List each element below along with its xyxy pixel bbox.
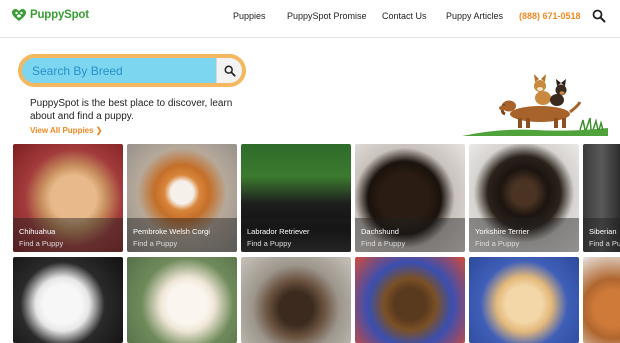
brand-name: PuppySpot xyxy=(30,9,89,21)
breed-photo xyxy=(355,257,465,343)
breed-card-row2-4[interactable] xyxy=(355,257,465,343)
breed-card-row2-6[interactable] xyxy=(583,257,620,343)
find-a-puppy-link[interactable]: Find a Puppy xyxy=(361,239,405,248)
breed-photo xyxy=(241,257,351,343)
breed-card-dachshund[interactable]: Dachshund Find a Puppy xyxy=(355,144,465,252)
find-a-puppy-link[interactable]: Find a Puppy xyxy=(475,239,519,248)
breed-photo xyxy=(469,257,579,343)
find-a-puppy-link[interactable]: Find a Puppy xyxy=(133,239,177,248)
breed-search-field xyxy=(22,58,242,83)
breed-card-row2-3[interactable] xyxy=(241,257,351,343)
breed-card-siberian[interactable]: Siberian Find a Puppy xyxy=(583,144,620,252)
breed-photo xyxy=(127,257,237,343)
breed-photo xyxy=(13,257,123,343)
nav-puppyspot-promise[interactable]: PuppySpot Promise xyxy=(287,11,367,21)
view-all-puppies-link[interactable]: View All Puppies ❯ xyxy=(30,126,103,135)
breed-card-row2-2[interactable] xyxy=(127,257,237,343)
breed-card-pembroke-welsh-corgi[interactable]: Pembroke Welsh Corgi Find a Puppy xyxy=(127,144,237,252)
page: PuppySpot Puppies PuppySpot Promise Cont… xyxy=(0,0,620,343)
breed-search xyxy=(18,54,246,87)
find-a-puppy-link[interactable]: Find a Puppy xyxy=(19,239,63,248)
breed-name: Siberian xyxy=(589,227,617,236)
nav-puppy-articles[interactable]: Puppy Articles xyxy=(446,11,503,21)
breed-search-button[interactable] xyxy=(216,58,242,83)
breed-card-row2-5[interactable] xyxy=(469,257,579,343)
find-a-puppy-link[interactable]: Find a Puppy xyxy=(589,239,620,248)
nav-contact-us[interactable]: Contact Us xyxy=(382,11,427,21)
breed-card-chihuahua[interactable]: Chihuahua Find a Puppy xyxy=(13,144,123,252)
breed-card-labrador-retriever[interactable]: Labrador Retriever Find a Puppy xyxy=(241,144,351,252)
breed-card-row2-1[interactable] xyxy=(13,257,123,343)
search-icon xyxy=(224,65,236,77)
breed-card-yorkshire-terrier[interactable]: Yorkshire Terrier Find a Puppy xyxy=(469,144,579,252)
hero-tagline: PuppySpot is the best place to discover,… xyxy=(30,98,233,122)
dogs-illustration xyxy=(462,74,608,136)
breed-name: Yorkshire Terrier xyxy=(475,227,530,236)
logo[interactable]: PuppySpot xyxy=(11,8,89,22)
breed-name: Chihuahua xyxy=(19,227,56,236)
breed-search-input[interactable] xyxy=(22,58,218,83)
breed-name: Labrador Retriever xyxy=(247,227,310,236)
breed-photo xyxy=(583,257,620,343)
find-a-puppy-link[interactable]: Find a Puppy xyxy=(247,239,291,248)
breed-name: Pembroke Welsh Corgi xyxy=(133,227,210,236)
paw-heart-icon xyxy=(12,9,26,21)
phone-number[interactable]: (888) 671-0518 xyxy=(519,11,581,21)
nav-puppies[interactable]: Puppies xyxy=(233,11,266,21)
search-icon[interactable] xyxy=(592,9,606,23)
breed-name: Dachshund xyxy=(361,227,399,236)
header: PuppySpot Puppies PuppySpot Promise Cont… xyxy=(0,0,620,38)
